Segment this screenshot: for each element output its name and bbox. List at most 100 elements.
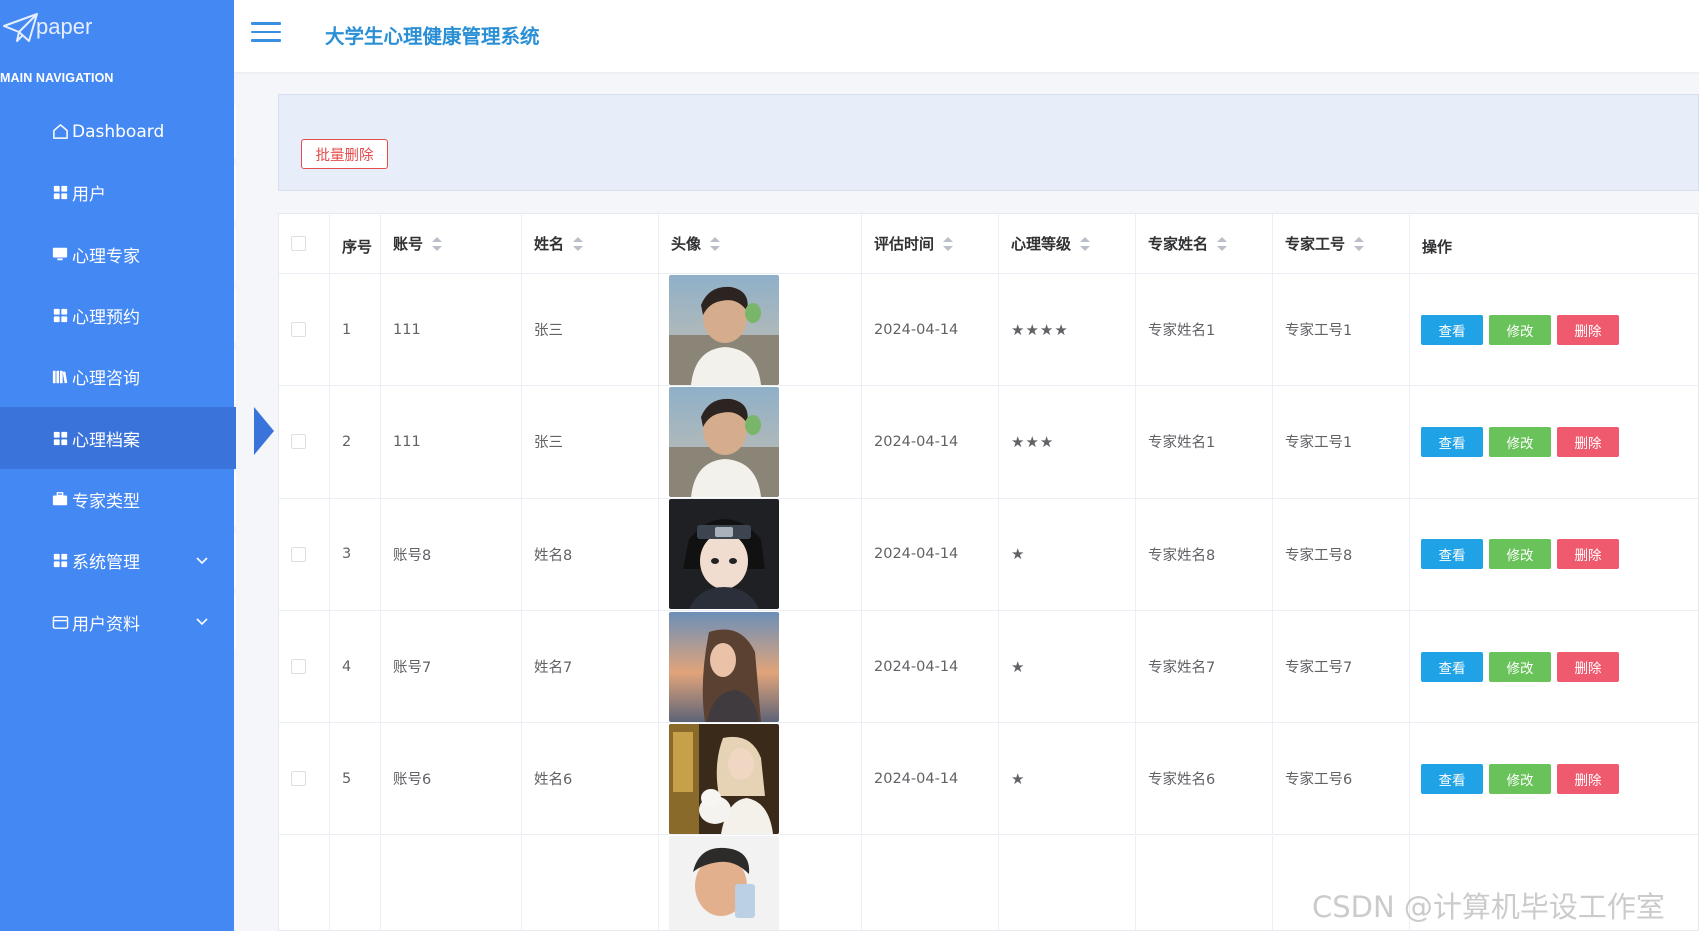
column-header-label: 专家姓名 <box>1148 235 1209 253</box>
column-header[interactable]: 专家姓名 <box>1136 214 1273 273</box>
delete-button[interactable]: 删除 <box>1557 763 1619 794</box>
select-all-checkbox[interactable] <box>291 236 306 251</box>
sidebar-item-7[interactable]: 系统管理 <box>0 530 236 591</box>
edit-button[interactable]: 修改 <box>1489 314 1551 345</box>
cell-index: 3 <box>330 498 381 610</box>
column-header[interactable]: 心理等级 <box>999 214 1136 273</box>
cell-name: 张三 <box>522 386 659 498</box>
cell-expert_name-value: 专家姓名1 <box>1148 323 1216 340</box>
sort-icon[interactable] <box>943 236 954 251</box>
avatar[interactable] <box>669 386 779 497</box>
column-header[interactable]: 头像 <box>659 214 862 273</box>
column-header-label: 姓名 <box>534 235 565 253</box>
cell-index: 4 <box>330 610 381 723</box>
cell-account: 账号8 <box>381 498 522 610</box>
batch-delete-button[interactable]: 批量删除 <box>301 139 388 169</box>
view-button[interactable]: 查看 <box>1421 539 1483 570</box>
delete-button[interactable]: 删除 <box>1557 314 1619 345</box>
sort-icon[interactable] <box>573 236 584 251</box>
cell-date-value: 2024-04-14 <box>874 433 959 450</box>
column-header[interactable]: 姓名 <box>522 214 659 273</box>
sidebar-item-5[interactable]: 心理档案 <box>0 407 274 469</box>
row-checkbox[interactable] <box>291 434 306 450</box>
brand-logo[interactable]: paper <box>2 12 92 44</box>
sidebar-item-1[interactable]: 用户 <box>0 162 236 223</box>
sidebar-item-8[interactable]: 用户资料 <box>0 591 236 652</box>
column-header[interactable]: 评估时间 <box>862 214 999 273</box>
avatar[interactable] <box>669 835 779 930</box>
edit-button[interactable]: 修改 <box>1489 763 1551 794</box>
cell-actions: 查看 修改 删除 <box>1410 386 1698 497</box>
cell-expert_name-value: 专家姓名7 <box>1148 660 1216 677</box>
monitor-icon <box>51 245 69 263</box>
column-header-label: 账号 <box>393 235 424 253</box>
sort-icon[interactable] <box>1217 236 1228 251</box>
menu-toggle-icon[interactable] <box>251 22 281 46</box>
sort-icon[interactable] <box>710 236 721 251</box>
avatar[interactable] <box>669 611 779 722</box>
cell-index-value: 5 <box>342 770 352 787</box>
column-header[interactable]: 账号 <box>381 214 522 273</box>
sort-icon[interactable] <box>1354 236 1365 251</box>
row-checkbox[interactable] <box>291 771 306 787</box>
edit-button[interactable]: 修改 <box>1489 426 1551 457</box>
view-button[interactable]: 查看 <box>1421 763 1483 794</box>
cell-level-value: ★★★★ <box>1011 320 1069 339</box>
delete-button[interactable]: 删除 <box>1557 539 1619 570</box>
table-row: 1 111 张三 2024-04-14 ★★★★ 专家姓名1 专家工号1 查看 修改 删除 <box>279 274 1698 387</box>
cell-date-value: 2024-04-14 <box>874 546 959 563</box>
delete-button[interactable]: 删除 <box>1557 651 1619 682</box>
sidebar-item-3[interactable]: 心理预约 <box>0 285 236 346</box>
cell-date: 2024-04-14 <box>862 723 999 835</box>
edit-button[interactable]: 修改 <box>1489 651 1551 682</box>
sidebar-item-0[interactable]: Dashboard <box>0 101 236 162</box>
edit-button[interactable]: 修改 <box>1489 539 1551 570</box>
avatar[interactable] <box>669 499 779 610</box>
avatar[interactable] <box>669 723 779 834</box>
sidebar-item-6[interactable]: 专家类型 <box>0 469 236 530</box>
grid-icon <box>51 429 69 447</box>
sidebar: paper MAIN NAVIGATION Dashboard 用户心理专家心理预… <box>0 0 274 931</box>
cell-level: ★★★ <box>999 386 1136 498</box>
chevron-down-icon[interactable] <box>194 613 210 629</box>
cell-account: 111 <box>381 274 522 386</box>
watermark: CSDN @计算机毕设工作室 <box>1312 890 1665 924</box>
cell-expert_id: 专家工号1 <box>1273 274 1410 386</box>
view-button[interactable]: 查看 <box>1421 651 1483 682</box>
row-checkbox[interactable] <box>291 546 306 562</box>
avatar[interactable] <box>669 274 779 385</box>
cell-expert_id-value: 专家工号7 <box>1285 660 1353 677</box>
row-checkbox[interactable] <box>291 322 306 338</box>
sidebar-item-label: 心理咨询 <box>72 369 140 390</box>
cell-name-value: 姓名7 <box>534 660 573 677</box>
active-indicator <box>254 407 274 456</box>
column-header[interactable]: 专家工号 <box>1273 214 1410 273</box>
sidebar-item-2[interactable]: 心理专家 <box>0 224 236 285</box>
cell-level: ★ <box>999 723 1136 835</box>
cell-name-value: 张三 <box>534 435 563 452</box>
cell-account-value: 账号6 <box>393 772 432 789</box>
view-button[interactable]: 查看 <box>1421 426 1483 457</box>
sidebar-item-label: 心理预约 <box>72 308 140 329</box>
cell-expert_id-value: 专家工号1 <box>1285 323 1353 340</box>
table-row: 2 111 张三 2024-04-14 ★★★ 专家姓名1 专家工号1 查看 修改 删除 <box>279 386 1698 499</box>
sidebar-item-4[interactable]: 心理咨询 <box>0 346 236 407</box>
grid-icon <box>51 184 69 202</box>
view-button[interactable]: 查看 <box>1421 314 1483 345</box>
cell-expert_name: 专家姓名1 <box>1136 386 1273 498</box>
cell-name-value: 姓名6 <box>534 772 573 789</box>
nav-caption: MAIN NAVIGATION <box>0 71 114 85</box>
cell-name: 姓名6 <box>522 723 659 835</box>
chevron-down-icon[interactable] <box>194 552 210 568</box>
row-checkbox[interactable] <box>291 659 306 675</box>
column-header-label: 专家工号 <box>1285 235 1346 253</box>
delete-button[interactable]: 删除 <box>1557 426 1619 457</box>
sort-icon[interactable] <box>1080 236 1091 251</box>
cell-name: 姓名7 <box>522 610 659 723</box>
sidebar-item-label: 心理专家 <box>72 246 140 267</box>
cell-index: 5 <box>330 723 381 835</box>
cell-account: 账号7 <box>381 610 522 723</box>
cell-index: 2 <box>330 386 381 498</box>
grid-icon <box>51 307 69 325</box>
sort-icon[interactable] <box>432 236 443 251</box>
